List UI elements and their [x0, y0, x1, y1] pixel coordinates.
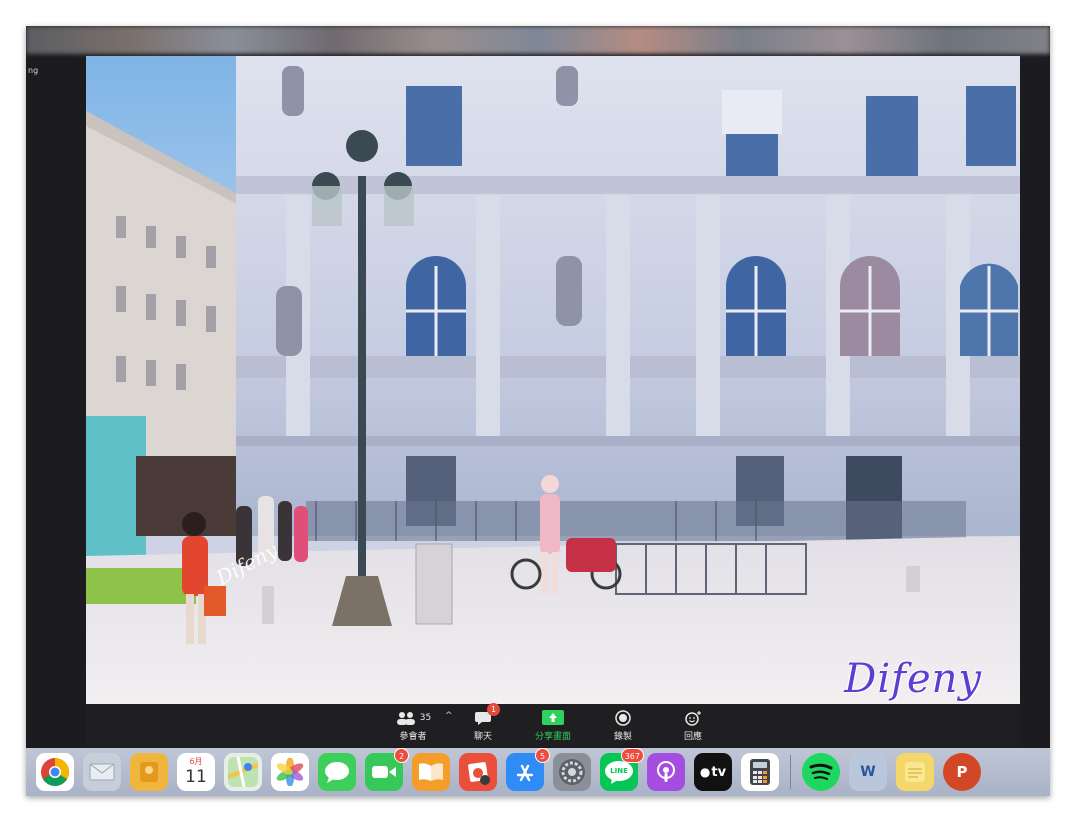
podcast-icon	[657, 761, 675, 782]
dock-podcasts[interactable]	[647, 753, 685, 791]
facetime-badge: 2	[394, 748, 409, 763]
gear-icon	[559, 759, 585, 785]
app-store-icon	[516, 764, 534, 782]
powerpoint-label: P	[956, 763, 968, 781]
share-screen-icon	[542, 710, 564, 725]
dock-apple-tv[interactable]: ● tv	[694, 753, 732, 791]
video-feed[interactable]: Difeny Difeny	[86, 56, 1020, 704]
people-icon	[396, 711, 415, 725]
word-label: W	[860, 764, 876, 780]
share-screen-label: 分享畫面	[534, 731, 571, 742]
dock-spotify[interactable]	[802, 753, 840, 791]
contacts-icon	[140, 762, 158, 782]
reactions-button[interactable]: 回應	[673, 709, 713, 742]
participants-caret-icon[interactable]: ^	[445, 711, 453, 721]
chrome-icon	[41, 758, 69, 786]
dock-separator	[790, 755, 791, 789]
monitor-screen: ng Difeny Difeny 35 ^ 參會者 1 聊天 分享畫面 錄製 回…	[26, 26, 1050, 796]
spotify-icon	[809, 763, 833, 780]
dock-line[interactable]: LINE 367	[600, 748, 644, 791]
participants-count: 35	[419, 712, 432, 723]
video-camera-icon	[372, 766, 396, 778]
dock-books[interactable]	[412, 753, 450, 791]
macos-dock: 6月 11 2 5 LINE 367 ● tv W P	[26, 748, 1050, 796]
apple-logo-icon: ●	[699, 765, 711, 779]
chat-badge: 1	[487, 702, 500, 716]
dock-contacts[interactable]	[130, 753, 168, 791]
record-button[interactable]: 錄製	[603, 709, 643, 742]
bollard	[415, 543, 453, 625]
record-label: 錄製	[613, 731, 632, 742]
calculator-icon	[750, 759, 770, 785]
maps-icon	[228, 757, 258, 787]
participants-label: 參會者	[399, 731, 427, 742]
sidebar-fragment: ng	[28, 66, 39, 75]
chat-label: 聊天	[473, 731, 492, 742]
dock-facetime[interactable]: 2	[365, 748, 409, 791]
photos-flower-icon	[276, 758, 304, 786]
message-bubble-icon	[325, 762, 349, 783]
dock-word[interactable]: W	[849, 753, 887, 791]
dock-system-preferences[interactable]	[553, 753, 591, 791]
share-screen-button[interactable]: 分享畫面	[533, 709, 573, 742]
chat-button[interactable]: 1 聊天	[463, 702, 503, 742]
appletv-label: tv	[711, 764, 727, 780]
dock-messages[interactable]	[318, 753, 356, 791]
appstore-badge: 5	[535, 748, 550, 763]
dock-powerpoint[interactable]: P	[943, 753, 981, 791]
grass-patch	[86, 568, 196, 604]
photo-booth-icon	[468, 762, 490, 785]
dock-photo-booth[interactable]	[459, 753, 497, 791]
record-icon	[615, 709, 631, 726]
dock-maps[interactable]	[224, 753, 262, 791]
zoom-meeting-toolbar: 35 ^ 參會者 1 聊天 分享畫面 錄製 回應	[86, 702, 1020, 746]
calendar-month: 6月	[189, 757, 203, 766]
dock-calendar[interactable]: 6月 11	[177, 753, 215, 791]
dock-notes[interactable]	[896, 753, 934, 791]
dock-calculator[interactable]	[741, 753, 779, 791]
open-book-icon	[419, 763, 443, 781]
notes-icon	[905, 762, 925, 782]
watermark-main: Difeny	[844, 656, 982, 702]
iron-railing	[306, 501, 966, 541]
line-badge: 367	[620, 748, 644, 763]
participants-button[interactable]: 35 ^ 參會者	[393, 709, 453, 742]
dock-photos[interactable]	[271, 753, 309, 791]
dock-app-store[interactable]: 5	[506, 748, 550, 791]
reactions-label: 回應	[683, 731, 702, 742]
emoji-reaction-icon	[685, 710, 701, 726]
dock-chrome[interactable]	[36, 753, 74, 791]
dock-mail[interactable]	[83, 753, 121, 791]
street-scene-image	[86, 56, 1020, 704]
menu-bar	[26, 26, 1050, 54]
line-label: LINE	[610, 767, 628, 775]
calendar-day: 11	[185, 767, 207, 787]
mail-envelope-icon	[89, 763, 115, 781]
